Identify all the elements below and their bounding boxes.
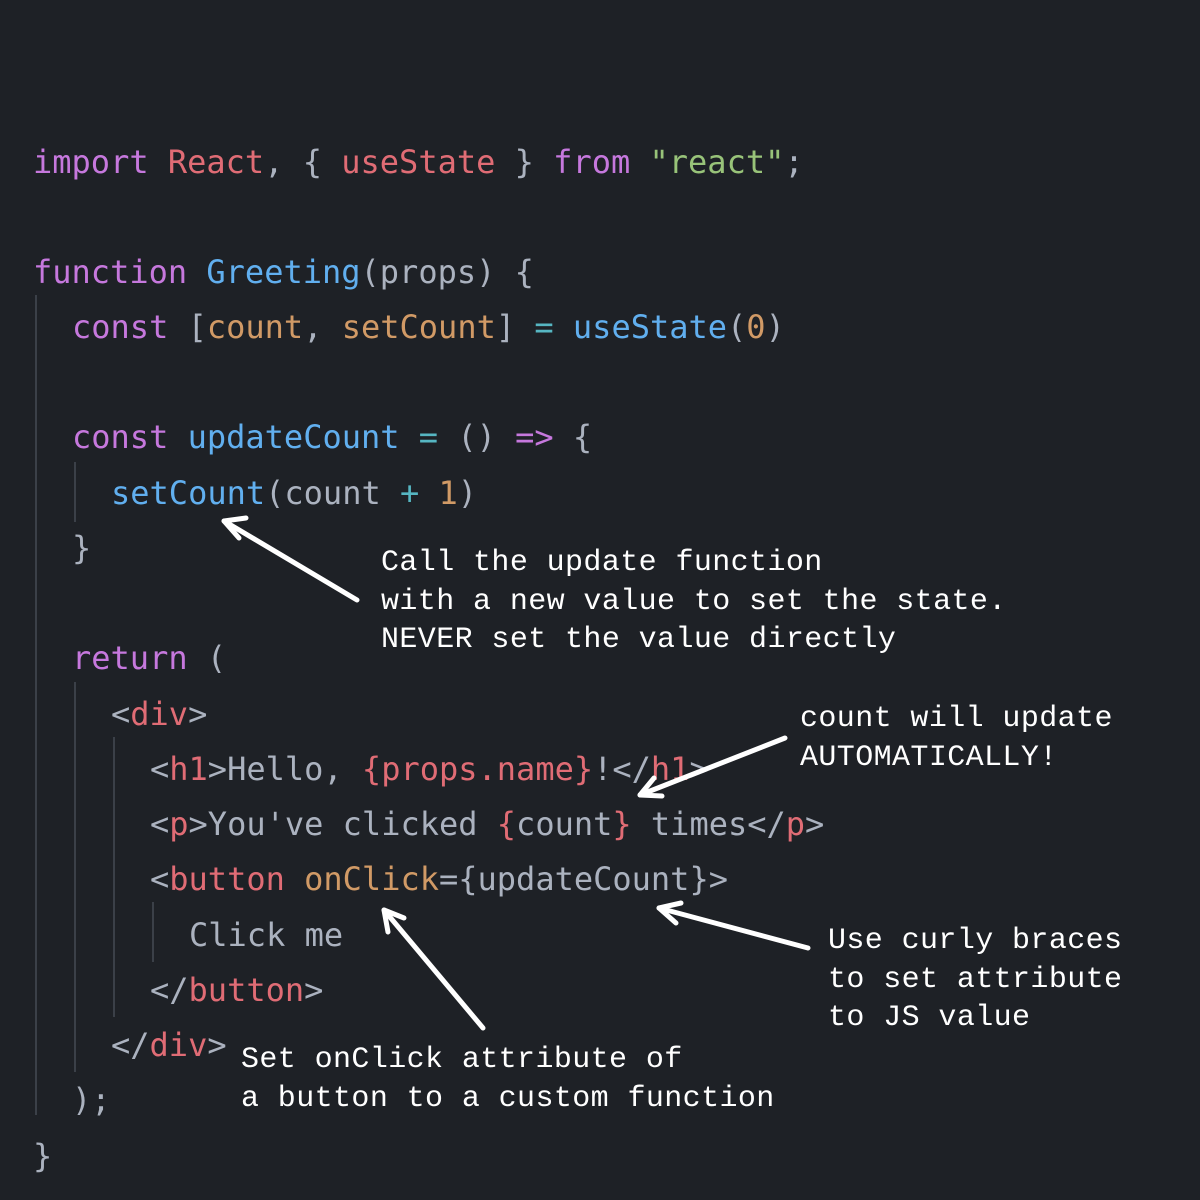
arrow-to-updatecount xyxy=(656,900,811,951)
arrow-to-count xyxy=(637,735,788,799)
annotation-arrows xyxy=(221,515,811,1031)
arrow-to-setcount xyxy=(221,515,360,603)
arrow-to-onclick xyxy=(381,907,486,1031)
code-editor: import React, { useState } from "react";… xyxy=(0,0,1200,1200)
